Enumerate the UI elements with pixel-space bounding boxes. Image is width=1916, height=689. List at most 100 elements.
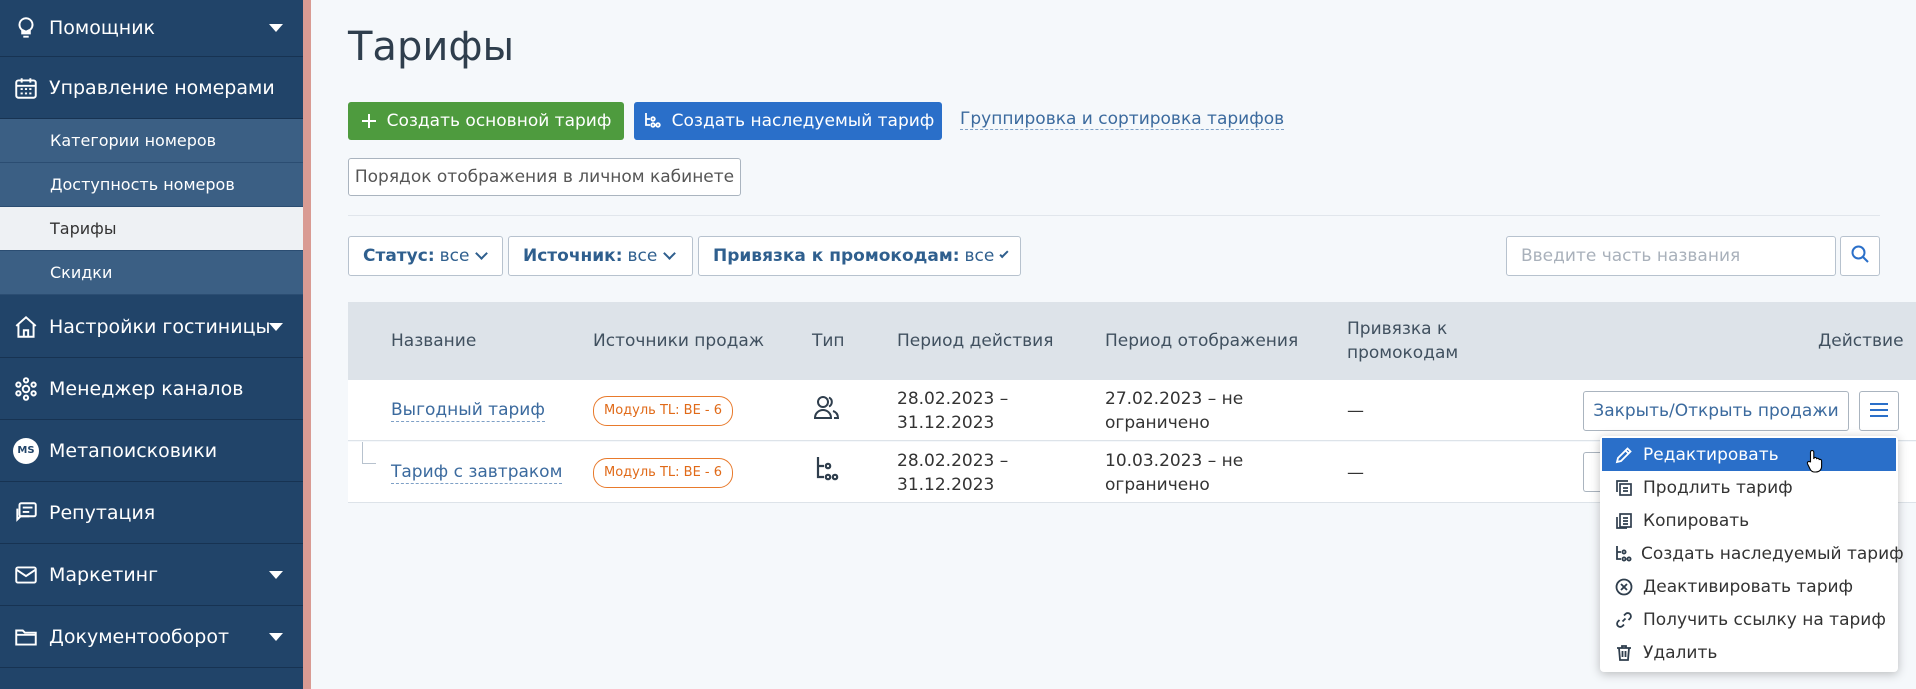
nav-item-label: Маркетинг xyxy=(49,563,159,586)
chevron-down-icon xyxy=(999,249,1009,258)
search-icon xyxy=(1850,244,1870,268)
button-label: Порядок отображения в личном кабинете xyxy=(354,167,735,187)
column-header: Период отображения xyxy=(1105,331,1299,351)
menu-item-label: Копировать xyxy=(1643,510,1750,531)
inherited-icon xyxy=(812,454,842,491)
sidebar-item-discounts[interactable]: Скидки xyxy=(0,251,303,295)
menu-item-label: Деактивировать тариф xyxy=(1643,576,1854,597)
grouping-sorting-link[interactable]: Группировка и сортировка тарифов xyxy=(960,109,1285,130)
nav-item-marketing[interactable]: Маркетинг xyxy=(0,544,303,606)
search-input[interactable] xyxy=(1506,236,1836,276)
filter-label: Статус: xyxy=(363,246,435,266)
column-header: Тип xyxy=(812,331,845,351)
menu-item-label: Продлить тариф xyxy=(1643,477,1793,498)
source-badge: Модуль TL: BE - 6 xyxy=(593,457,734,488)
filter-value: все xyxy=(627,246,658,266)
link-icon xyxy=(1614,610,1634,630)
create-inherited-tariff-button[interactable]: Создать наследуемый тариф xyxy=(634,102,942,140)
home-icon xyxy=(12,313,40,341)
chevron-down-icon xyxy=(269,632,283,641)
sub-item-label: Тарифы xyxy=(50,219,117,238)
nav-item-channel-manager[interactable]: Менеджер каналов xyxy=(0,358,303,420)
source-badge: Модуль TL: BE - 6 xyxy=(593,395,734,426)
source-filter[interactable]: Источник: все xyxy=(508,236,693,276)
tariff-name-link[interactable]: Выгодный тариф xyxy=(391,399,545,422)
column-header: Привязка к промокодам xyxy=(1347,319,1459,363)
folder-icon xyxy=(12,623,40,651)
tree-connector xyxy=(362,442,376,464)
extend-icon xyxy=(1614,478,1634,498)
column-header: Действие xyxy=(1818,331,1904,351)
menu-item-delete[interactable]: Удалить xyxy=(1602,636,1896,669)
nav-item-assistant[interactable]: Помощник xyxy=(0,0,303,57)
status-filter[interactable]: Статус: все xyxy=(348,236,503,276)
promo-filter[interactable]: Привязка к промокодам: все xyxy=(698,236,1021,276)
sub-item-label: Скидки xyxy=(50,263,113,282)
sidebar-item-tariffs[interactable]: Тарифы xyxy=(0,207,303,251)
filter-value: все xyxy=(964,246,995,266)
sidebar-item-room-categories[interactable]: Категории номеров xyxy=(0,119,303,163)
column-header: Источники продаж xyxy=(593,331,765,351)
reviews-icon xyxy=(12,499,40,527)
display-order-button[interactable]: Порядок отображения в личном кабинете xyxy=(348,158,741,196)
menu-item-extend[interactable]: Продлить тариф xyxy=(1602,471,1896,504)
nav-item-reputation[interactable]: Репутация xyxy=(0,482,303,544)
sidebar-item-room-availability[interactable]: Доступность номеров xyxy=(0,163,303,207)
bulb-icon xyxy=(12,14,40,42)
nav-item-label: Менеджер каналов xyxy=(49,377,244,400)
tariff-name-link[interactable]: Тариф с завтраком xyxy=(391,461,563,484)
plus-icon xyxy=(361,113,377,129)
filter-value: все xyxy=(439,246,470,266)
nav-item-hotel-settings[interactable]: Настройки гостиницы xyxy=(0,296,303,358)
display-period: 10.03.2023 – не ограничено xyxy=(1105,450,1244,495)
nav-item-room-management[interactable]: Управление номерами xyxy=(0,57,303,119)
nav-item-metasearch[interactable]: MS Метапоисковики xyxy=(0,420,303,482)
valid-period: 28.02.2023 – 31.12.2023 xyxy=(897,450,1009,495)
valid-period: 28.02.2023 – 31.12.2023 xyxy=(897,388,1009,433)
chevron-down-icon xyxy=(269,24,283,32)
nav-item-label: Метапоисковики xyxy=(49,439,218,462)
nav-item-label: Репутация xyxy=(49,501,156,524)
search-button[interactable] xyxy=(1840,236,1880,276)
promo-binding: — xyxy=(1347,462,1364,483)
menu-item-label: Получить ссылку на тариф xyxy=(1643,609,1886,630)
nav-item-label: Настройки гостиницы xyxy=(49,315,271,338)
menu-item-label: Создать наследуемый тариф xyxy=(1641,543,1904,564)
sidebar: Помощник Управление номерами Категории н… xyxy=(0,0,303,689)
nav-item-label: Документооборот xyxy=(49,625,230,648)
mail-icon xyxy=(12,561,40,589)
sub-item-label: Доступность номеров xyxy=(50,175,235,194)
menu-item-deactivate[interactable]: Деактивировать тариф xyxy=(1602,570,1896,603)
column-header: Название xyxy=(391,331,477,351)
hamburger-icon xyxy=(1870,402,1888,421)
menu-item-edit[interactable]: Редактировать xyxy=(1602,438,1896,471)
chevron-down-icon xyxy=(269,570,283,579)
promo-binding: — xyxy=(1347,400,1364,421)
menu-item-label: Удалить xyxy=(1643,642,1718,663)
menu-item-create-inherited[interactable]: Создать наследуемый тариф xyxy=(1602,537,1904,570)
filter-label: Привязка к промокодам: xyxy=(713,246,960,266)
close-open-sales-button[interactable]: Закрыть/Открыть продажи xyxy=(1583,391,1849,431)
create-main-tariff-button[interactable]: Создать основной тариф xyxy=(348,102,624,140)
chevron-down-icon xyxy=(269,322,283,331)
display-period: 27.02.2023 – не ограничено xyxy=(1105,388,1244,433)
table-header: Название Источники продаж Тип Период дей… xyxy=(348,302,1916,380)
menu-item-copy[interactable]: Копировать xyxy=(1602,504,1896,537)
button-label: Создать основной тариф xyxy=(386,111,612,131)
row-actions-dropdown: Редактировать Продлить тариф Копировать … xyxy=(1600,436,1904,672)
filter-label: Источник: xyxy=(523,246,623,266)
ms-badge: MS xyxy=(13,437,39,464)
divider xyxy=(348,215,1880,216)
pencil-icon xyxy=(1614,445,1634,465)
row-menu-button[interactable] xyxy=(1859,391,1899,431)
sidebar-border xyxy=(303,0,311,689)
inherited-icon xyxy=(1614,544,1632,564)
sub-item-label: Категории номеров xyxy=(50,131,217,150)
nav-item-documents[interactable]: Документооборот xyxy=(0,606,303,668)
menu-item-get-link[interactable]: Получить ссылку на тариф xyxy=(1602,603,1896,636)
users-icon xyxy=(812,392,842,429)
deactivate-icon xyxy=(1614,577,1634,597)
inherited-icon xyxy=(642,111,662,131)
nav-item-label: Управление номерами xyxy=(49,76,275,99)
copy-icon xyxy=(1614,511,1634,531)
